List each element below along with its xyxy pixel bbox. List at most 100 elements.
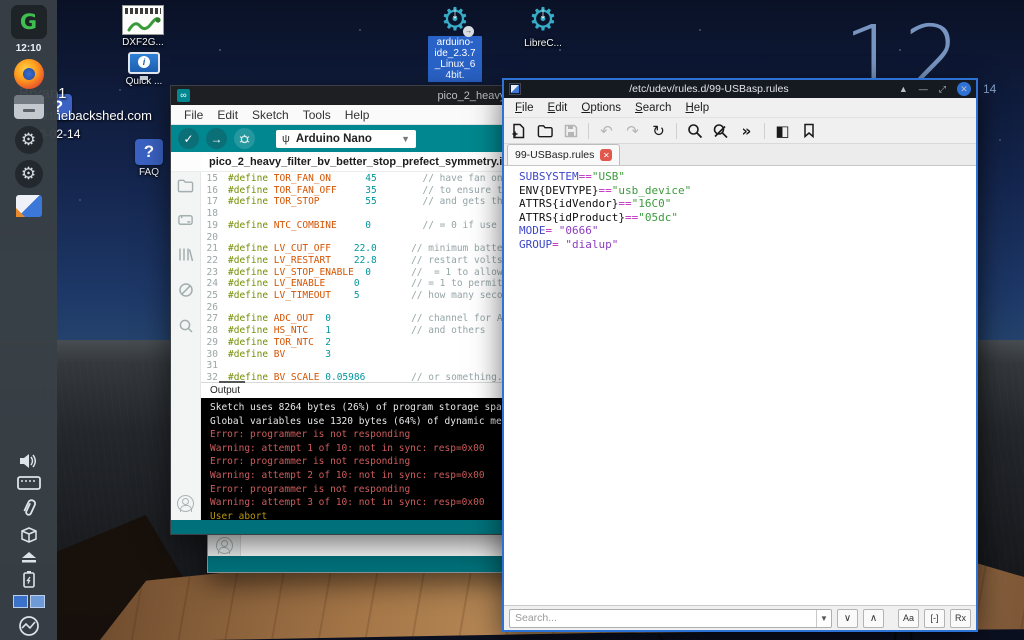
library-manager-icon[interactable] [178, 247, 194, 267]
appimage-gear-icon: ⚙ ↓ [526, 4, 560, 36]
icon-label: DXF2G... [120, 37, 166, 48]
find-replace-button[interactable] [712, 122, 729, 139]
clipboard-paperclip-icon[interactable] [9, 497, 49, 519]
find-next-button[interactable]: ∨ [837, 609, 858, 628]
search-placeholder: Search... [510, 612, 816, 624]
search-button[interactable] [686, 122, 703, 139]
search-history-dropdown[interactable]: ▼ [816, 610, 831, 627]
find-previous-button[interactable]: ∧ [863, 609, 884, 628]
maximize-button[interactable]: ⤢ [939, 85, 946, 94]
bookmark-icon[interactable] [800, 122, 817, 139]
editor-tab-bar: 99-USBasp.rules ✕ [504, 144, 976, 166]
sketch-tab[interactable]: pico_2_heavy_filter_bv_better_stop_prefe… [201, 154, 525, 171]
usb-plug-icon: ψ [282, 133, 290, 145]
icon-label: LibreC... [516, 38, 570, 49]
desktop-clock-date: 14 [983, 82, 996, 96]
match-case-toggle[interactable]: Aa [898, 609, 919, 628]
icon-label-selected: arduino- ide_2.3.7 _Linux_6 4bit. [428, 36, 482, 82]
volume-icon[interactable] [9, 453, 49, 469]
undo-button[interactable]: ↶ [598, 122, 615, 139]
code-line: ATTRS{idProduct}=="05dc" [509, 211, 976, 225]
output-label: Output [201, 385, 240, 396]
line-number: 16 [201, 185, 218, 197]
file-tab[interactable]: 99-USBasp.rules ✕ [507, 144, 620, 165]
verify-button[interactable]: ✓ [178, 128, 199, 149]
boards-manager-icon[interactable] [177, 213, 194, 232]
eject-icon[interactable] [9, 551, 49, 564]
line-number: 17 [201, 196, 218, 208]
menu-item-options[interactable]: Options [574, 102, 628, 114]
open-file-button[interactable] [536, 122, 553, 139]
search-bar: Search... ▼ ∨ ∧ Aa [-] Rx [504, 605, 976, 630]
dock-panel: G 12:10 ⚙ ⚙ [0, 0, 57, 640]
code-line: SUBSYSTEM=="USB" [509, 170, 976, 184]
line-number: 29 [201, 337, 218, 349]
debug-panel-icon[interactable] [178, 282, 194, 303]
regex-toggle[interactable]: Rx [950, 609, 971, 628]
code-line: ENV{DEVTYPE}=="usb_device" [509, 184, 976, 198]
package-box-icon[interactable] [9, 525, 49, 545]
editor-menu-bar: FileEditOptionsSearchHelp [504, 98, 976, 118]
search-input[interactable]: Search... ▼ [509, 609, 832, 628]
menu-item-search[interactable]: Search [628, 102, 678, 114]
redo-button[interactable]: ↷ [624, 122, 641, 139]
menu-item-sketch[interactable]: Sketch [245, 108, 296, 122]
side-pane-button[interactable]: ◧ [774, 122, 791, 139]
line-number: 26 [201, 302, 218, 314]
save-button[interactable] [562, 122, 579, 139]
new-document-button[interactable] [510, 122, 527, 139]
menu-item-help[interactable]: Help [678, 102, 716, 114]
desktop-icon-faq[interactable]: ? FAQ [131, 139, 167, 178]
account-avatar-icon[interactable] [177, 495, 194, 512]
line-number: 28 [201, 325, 218, 337]
desktop-icon-quick[interactable]: i Quick ... [112, 52, 176, 87]
debug-button[interactable] [234, 128, 255, 149]
ide-sidebar [171, 172, 201, 520]
menu-item-edit[interactable]: Edit [210, 108, 245, 122]
menu-item-file[interactable]: File [177, 108, 210, 122]
arduino-app-icon: ∞ [177, 89, 190, 102]
settings-gear-icon[interactable]: ⚙ [15, 126, 43, 154]
line-number: 25 [201, 290, 218, 302]
editor-title-bar[interactable]: /etc/udev/rules.d/99-USBasp.rules ▲ — ⤢ … [504, 80, 976, 98]
account-avatar-icon[interactable] [208, 534, 241, 556]
firefox-icon[interactable] [14, 59, 44, 89]
system-monitor-icon[interactable] [9, 615, 49, 637]
menu-item-tools[interactable]: Tools [296, 108, 338, 122]
sketchbook-folder-icon[interactable] [177, 178, 194, 198]
panel-clock: 12:10 [16, 43, 42, 54]
distro-menu-button[interactable]: G [11, 5, 47, 39]
minimize-button[interactable]: — [919, 85, 928, 94]
chevron-down-icon: ▼ [401, 134, 410, 144]
search-icon[interactable] [178, 318, 194, 339]
file-manager-icon[interactable] [16, 195, 42, 217]
board-selector[interactable]: ψ Arduino Nano ▼ [276, 130, 416, 148]
upload-button[interactable]: → [206, 128, 227, 149]
link-emblem-icon: → [463, 26, 474, 37]
keyboard-icon[interactable] [9, 475, 49, 491]
line-number: 32 [201, 372, 218, 382]
code-line: GROUP= "dialup" [509, 238, 976, 252]
menu-item-help[interactable]: Help [338, 108, 377, 122]
desktop-icon-dxf2g[interactable]: DXF2G... [120, 5, 166, 48]
desktop-icon-arduino-appimage[interactable]: ⚙ ↓ → arduino- ide_2.3.7 _Linux_6 4bit. [428, 4, 482, 82]
whole-word-toggle[interactable]: [-] [924, 609, 945, 628]
archive-manager-icon[interactable] [14, 95, 44, 119]
menu-item-file[interactable]: File [508, 102, 541, 114]
desktop-icon-librecad[interactable]: ⚙ ↓ LibreC... [516, 4, 570, 49]
text-editor-content[interactable]: SUBSYSTEM=="USB"ENV{DEVTYPE}=="usb_devic… [504, 166, 976, 605]
jump-to-button[interactable]: » [738, 122, 755, 139]
close-button[interactable]: ✕ [957, 82, 971, 96]
line-number: 30 [201, 349, 218, 361]
line-number: 18 [201, 208, 218, 220]
reload-button[interactable]: ↻ [650, 122, 667, 139]
line-number: 20 [201, 232, 218, 244]
battery-icon[interactable] [9, 570, 49, 588]
code-line: ATTRS{idVendor}=="16C0" [509, 197, 976, 211]
line-number: 22 [201, 255, 218, 267]
settings-gear-icon[interactable]: ⚙ [15, 160, 43, 188]
shade-button[interactable]: ▲ [899, 85, 908, 94]
menu-item-edit[interactable]: Edit [541, 102, 575, 114]
workspace-switcher[interactable] [9, 595, 49, 608]
tab-close-icon[interactable]: ✕ [600, 149, 612, 161]
